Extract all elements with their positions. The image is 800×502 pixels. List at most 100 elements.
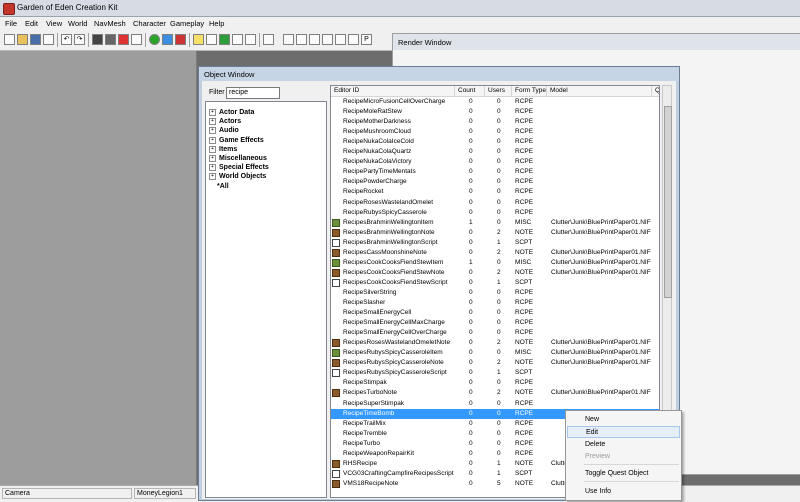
table-row[interactable]: RecipeNukaColaQuartz00RCPENo bbox=[331, 147, 659, 157]
table-row[interactable]: RecipesTurboNote 0 2 NOTE Clutter\Junk\BlueP… bbox=[331, 388, 659, 398]
tree-item[interactable]: + Miscellaneous bbox=[209, 154, 267, 163]
bulb-icon[interactable] bbox=[193, 34, 204, 45]
table-row[interactable]: RecipesCookCooksFiendStewNote 0 2 NOTE Clutt… bbox=[331, 268, 659, 278]
red-flag-icon[interactable] bbox=[131, 34, 142, 45]
tool4-icon[interactable] bbox=[309, 34, 320, 45]
sphere-icon[interactable] bbox=[149, 34, 160, 45]
p-icon[interactable]: P bbox=[361, 34, 372, 45]
list-scrollbar-thumb[interactable] bbox=[664, 106, 672, 298]
column-count[interactable]: Count bbox=[455, 86, 485, 96]
context-menu-item-delete[interactable]: Delete bbox=[567, 439, 680, 451]
tree-item[interactable]: *All bbox=[209, 182, 229, 191]
table-row[interactable]: RecipeRosesWastelandOmelet00RCPENo bbox=[331, 198, 659, 208]
table-row[interactable]: RecipePowderCharge00RCPENo bbox=[331, 177, 659, 187]
menu-help[interactable]: Help bbox=[209, 19, 224, 28]
edit-icon[interactable] bbox=[232, 34, 243, 45]
column-editor-id[interactable]: Editor ID bbox=[331, 86, 455, 96]
tree-item[interactable]: + Actors bbox=[209, 117, 241, 126]
table-row[interactable]: RecipeMotherDarkness00RCPENo bbox=[331, 117, 659, 127]
menu-edit[interactable]: Edit bbox=[25, 19, 38, 28]
tool5-icon[interactable] bbox=[322, 34, 333, 45]
tree-item[interactable]: + Special Effects bbox=[209, 163, 269, 172]
cube-icon[interactable] bbox=[175, 34, 186, 45]
cell-count: 0 bbox=[469, 329, 473, 337]
tree-item[interactable]: + Game Effects bbox=[209, 136, 264, 145]
table-row[interactable]: RecipesRubysSpicyCasseroleScript01SCPTNo bbox=[331, 368, 659, 378]
grid-icon[interactable] bbox=[92, 34, 103, 45]
menu-character[interactable]: Character bbox=[133, 19, 166, 28]
table-row[interactable]: RecipesRubysSpicyCasseroleItem 0 0 MISC Clut… bbox=[331, 348, 659, 358]
save-icon[interactable] bbox=[30, 34, 41, 45]
filter-input[interactable]: recipe bbox=[226, 87, 280, 99]
angle-snap-icon[interactable] bbox=[118, 34, 129, 45]
menu-view[interactable]: View bbox=[46, 19, 62, 28]
tool2-icon[interactable] bbox=[283, 34, 294, 45]
table-row[interactable]: RecipeSmallEnergyCellMaxCharge00RCPENo bbox=[331, 318, 659, 328]
column-form-type[interactable]: Form Type bbox=[512, 86, 547, 96]
undo-icon[interactable]: ↶ bbox=[61, 34, 72, 45]
light-icon[interactable] bbox=[162, 34, 173, 45]
tree-expander-icon[interactable]: + bbox=[209, 118, 216, 126]
open-icon[interactable] bbox=[17, 34, 28, 45]
tree-expander-icon[interactable]: + bbox=[209, 136, 216, 144]
context-menu-item-toggle-quest-object[interactable]: Toggle Quest Object bbox=[567, 468, 680, 480]
table-row[interactable]: RecipeRocket00RCPENo bbox=[331, 187, 659, 197]
table-row[interactable]: RecipesRubysSpicyCasseroleNote 0 2 NOTE Clut… bbox=[331, 358, 659, 368]
tree-item[interactable]: + Actor Data bbox=[209, 108, 254, 117]
table-row[interactable]: RecipesRosesWastelandOmeletNote 0 2 NOTE Clu… bbox=[331, 338, 659, 348]
tree-item[interactable]: + Audio bbox=[209, 126, 239, 135]
leaf-icon[interactable] bbox=[219, 34, 230, 45]
table-row[interactable]: RecipesCookCooksFiendStewScript01SCPTNo bbox=[331, 278, 659, 288]
new-icon[interactable] bbox=[4, 34, 15, 45]
menu-world[interactable]: World bbox=[68, 19, 87, 28]
table-row[interactable]: RecipesBrahminWellingtonScript01SCPTNo bbox=[331, 238, 659, 248]
table-row[interactable]: RecipeSuperStimpak00RCPENo bbox=[331, 399, 659, 409]
cell-model bbox=[551, 198, 651, 208]
context-menu-item-use-info[interactable]: Use Info bbox=[567, 486, 680, 498]
table-row[interactable]: RecipeSmallEnergyCell00RCPENo bbox=[331, 308, 659, 318]
table-row[interactable]: RecipeNukaColaVictory00RCPENo bbox=[331, 157, 659, 167]
table-row[interactable]: RecipesBrahminWellingtonNote 0 2 NOTE Clutte… bbox=[331, 228, 659, 238]
table-row[interactable]: RecipeNukaColaIceCold00RCPENo bbox=[331, 137, 659, 147]
menu-file[interactable]: File bbox=[5, 19, 17, 28]
column-model[interactable]: Model bbox=[547, 86, 652, 96]
tree-expander-icon[interactable]: + bbox=[209, 155, 216, 162]
table-row[interactable]: RecipesCassMoonshineNote 0 2 NOTE Clutter\Ju… bbox=[331, 248, 659, 258]
context-menu-item-preview[interactable]: Preview bbox=[567, 451, 680, 463]
table-row[interactable]: RecipeSmallEnergyCellOverCharge00RCPENo bbox=[331, 328, 659, 338]
snap-grid-icon[interactable] bbox=[105, 34, 116, 45]
tree-expander-icon[interactable]: + bbox=[209, 145, 216, 153]
tool6-icon[interactable] bbox=[335, 34, 346, 45]
open-save-icon[interactable] bbox=[43, 34, 54, 45]
tree-expander-icon[interactable]: + bbox=[209, 127, 216, 135]
tree-item[interactable]: + Items bbox=[209, 145, 237, 154]
paint-icon[interactable] bbox=[245, 34, 256, 45]
table-row[interactable]: RecipeStimpak00RCPENo bbox=[331, 378, 659, 388]
context-menu-item-new[interactable]: New bbox=[567, 414, 680, 426]
table-row[interactable]: RecipeMicroFusionCellOverCharge00RCPENo bbox=[331, 97, 659, 107]
tool3-icon[interactable] bbox=[296, 34, 307, 45]
tree-item[interactable]: + World Objects bbox=[209, 172, 266, 181]
tree-expander-icon[interactable] bbox=[209, 182, 214, 187]
redo-icon[interactable]: ↷ bbox=[74, 34, 85, 45]
table-row[interactable]: RecipeMushroomCloud00RCPENo bbox=[331, 127, 659, 137]
column-quest[interactable]: Quest... bbox=[652, 86, 659, 96]
context-menu-item-edit[interactable]: Edit bbox=[567, 426, 680, 438]
table-row[interactable]: RecipeRubysSpicyCasserole00RCPENo bbox=[331, 208, 659, 218]
tree-expander-icon[interactable]: + bbox=[209, 109, 216, 116]
table-row[interactable]: RecipesCookCooksFiendStewItem 1 0 MISC Clutt… bbox=[331, 258, 659, 268]
object-window-title-bar[interactable]: Object Window bbox=[199, 67, 679, 81]
tree-expander-icon[interactable]: + bbox=[209, 173, 216, 181]
tool7-icon[interactable] bbox=[348, 34, 359, 45]
menu-navmesh[interactable]: NavMesh bbox=[94, 19, 126, 28]
table-row[interactable]: RecipeSilverString00RCPENo bbox=[331, 288, 659, 298]
table-row[interactable]: RecipeSlasher00RCPENo bbox=[331, 298, 659, 308]
tool1-icon[interactable] bbox=[263, 34, 274, 45]
tree-expander-icon[interactable]: + bbox=[209, 164, 216, 172]
column-users[interactable]: Users bbox=[485, 86, 512, 96]
table-row[interactable]: RecipeMoleRatStew00RCPENo bbox=[331, 107, 659, 117]
table-row[interactable]: RecipesBrahminWellingtonItem 1 0 MISC Clutte… bbox=[331, 218, 659, 228]
sound-icon[interactable] bbox=[206, 34, 217, 45]
menu-gameplay[interactable]: Gameplay bbox=[170, 19, 204, 28]
table-row[interactable]: RecipePartyTimeMentats00RCPENo bbox=[331, 167, 659, 177]
